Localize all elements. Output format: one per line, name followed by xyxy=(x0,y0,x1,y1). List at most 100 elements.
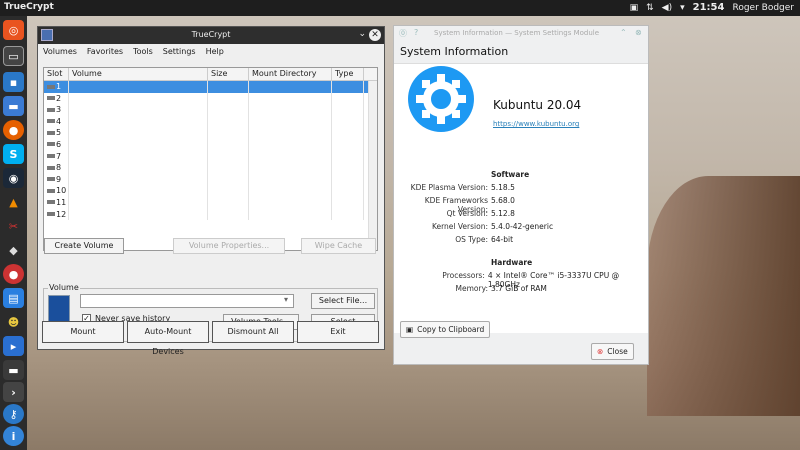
col-volume[interactable]: Volume xyxy=(69,68,208,80)
tool-icon[interactable]: ✂ xyxy=(3,216,24,236)
skype-icon[interactable]: S xyxy=(3,144,24,164)
close-button[interactable]: ⊗ Close xyxy=(591,343,634,360)
table-row[interactable]: 11 xyxy=(44,196,377,209)
menu-favorites[interactable]: Favorites xyxy=(87,47,123,56)
truecrypt-titlebar[interactable]: TrueCrypt ⌄ ✕ xyxy=(38,27,384,44)
files-icon[interactable]: ▬ xyxy=(3,96,24,116)
table-row[interactable]: 12 xyxy=(44,208,377,221)
drive-icon xyxy=(47,154,55,159)
kv-row: Qt Version: 5.12.8 xyxy=(446,209,515,218)
chevron-up-icon[interactable]: ⌃ xyxy=(620,28,627,37)
table-row[interactable]: 2 xyxy=(44,92,377,105)
menu-tools[interactable]: Tools xyxy=(133,47,153,56)
menu-help[interactable]: Help xyxy=(206,47,224,56)
window-title: TrueCrypt xyxy=(191,30,231,39)
drive-icon xyxy=(47,130,55,135)
page-title: System Information xyxy=(400,45,509,58)
table-row[interactable]: 6 xyxy=(44,138,377,151)
table-row[interactable]: 1 xyxy=(44,81,377,93)
dock: ◎ ▭ ▪ ▬ ● S ◉ ▲ ✂ ◆ ● ▤ ☻ ▸ ▬ › ⚷ i xyxy=(0,16,27,450)
sysinfo-titlebar[interactable]: ⓪ ? System Information — System Settings… xyxy=(394,26,648,41)
volume-icon[interactable]: ◀) xyxy=(662,3,672,13)
user-name[interactable]: Roger Bodger xyxy=(732,3,794,13)
drive-icon xyxy=(47,200,55,205)
col-size[interactable]: Size xyxy=(208,68,249,80)
drive-icon xyxy=(47,212,55,217)
steam-icon[interactable]: ◉ xyxy=(3,168,24,188)
active-app-name: TrueCrypt xyxy=(4,2,54,12)
kv-row: Kernel Version: 5.4.0-42-generic xyxy=(431,222,554,231)
clock[interactable]: 21:54 xyxy=(693,2,725,13)
vlc-icon[interactable]: ▲ xyxy=(3,192,24,212)
wipe-cache-button[interactable]: Wipe Cache xyxy=(301,238,376,254)
firefox-icon[interactable]: ● xyxy=(3,120,24,140)
copy-to-clipboard-button[interactable]: ▣ Copy to Clipboard xyxy=(400,321,491,338)
select-file-button[interactable]: Select File... xyxy=(311,293,375,309)
exit-button[interactable]: Exit xyxy=(297,321,379,343)
pin-icon[interactable]: ⓪ xyxy=(399,28,407,39)
desktop-icon[interactable]: ▭ xyxy=(3,46,24,66)
auto-mount-devices-button[interactable]: Auto-Mount Devices xyxy=(127,321,209,356)
app-icon[interactable]: ● xyxy=(3,264,24,284)
table-row[interactable]: 10 xyxy=(44,185,377,197)
list-header: Slot Volume Size Mount Directory Type xyxy=(44,68,377,81)
table-row[interactable]: 4 xyxy=(44,115,377,128)
kv-row: KDE Plasma Version: 5.18.5 xyxy=(410,183,515,192)
table-row[interactable]: 8 xyxy=(44,162,377,174)
volume-group-label: Volume xyxy=(48,283,80,292)
os-name: Kubuntu 20.04 xyxy=(493,98,582,112)
volume-path-input[interactable] xyxy=(80,294,294,308)
drive-icon xyxy=(47,96,55,101)
dismount-all-button[interactable]: Dismount All xyxy=(212,321,294,343)
close-icon[interactable]: ✕ xyxy=(369,29,381,41)
col-type[interactable]: Type xyxy=(332,68,364,80)
menu-down-icon[interactable]: ▾ xyxy=(680,3,685,13)
table-row[interactable]: 9 xyxy=(44,173,377,186)
network-icon[interactable]: ⇅ xyxy=(646,3,654,13)
os-url-link[interactable]: https://www.kubuntu.org xyxy=(493,120,579,128)
volume-list[interactable]: Slot Volume Size Mount Directory Type 1 … xyxy=(43,67,378,251)
drive-icon xyxy=(47,107,55,112)
col-mount-directory[interactable]: Mount Directory xyxy=(249,68,332,80)
kv-row: Memory: 3.7 GiB of RAM xyxy=(455,284,547,293)
bar-icon[interactable]: ▬ xyxy=(3,360,24,380)
list-scrollbar[interactable] xyxy=(368,81,377,250)
drive-icon xyxy=(47,188,55,193)
minimize-icon[interactable]: ⌄ xyxy=(358,29,366,39)
table-row[interactable]: 7 xyxy=(44,150,377,163)
close-icon[interactable]: ⊗ xyxy=(635,28,642,37)
mount-button[interactable]: Mount xyxy=(42,321,124,343)
kubuntu-logo-icon xyxy=(408,66,474,132)
table-row[interactable]: 3 xyxy=(44,104,377,116)
remote-icon[interactable]: ▸ xyxy=(3,336,24,356)
drive-icon xyxy=(47,177,55,182)
ubuntu-icon[interactable]: ◎ xyxy=(3,20,24,40)
drive-icon xyxy=(47,84,55,89)
drive-icon xyxy=(47,119,55,124)
truecrypt-tray-icon[interactable]: ▣ xyxy=(630,3,639,13)
chevron-down-icon[interactable]: ▾ xyxy=(284,295,288,304)
budgie-icon[interactable]: ◆ xyxy=(3,240,24,260)
docs-icon[interactable]: ▤ xyxy=(3,288,24,308)
next-icon[interactable]: › xyxy=(3,382,24,402)
clipboard-icon: ▣ xyxy=(406,325,414,334)
volume-properties-button[interactable]: Volume Properties... xyxy=(173,238,285,254)
close-icon: ⊗ xyxy=(597,347,604,356)
info-icon[interactable]: i xyxy=(3,426,24,446)
window-title: System Information — System Settings Mod… xyxy=(434,29,600,37)
create-volume-button[interactable]: Create Volume xyxy=(44,238,124,254)
kv-row: OS Type: 64-bit xyxy=(455,235,514,244)
menu-bar: Volumes Favorites Tools Settings Help xyxy=(38,44,384,58)
help-icon[interactable]: ? xyxy=(414,28,418,37)
drive-icon xyxy=(47,165,55,170)
col-slot[interactable]: Slot xyxy=(44,68,69,80)
menu-volumes[interactable]: Volumes xyxy=(43,47,77,56)
drive-icon xyxy=(47,142,55,147)
terminal-icon[interactable]: ▪ xyxy=(3,72,24,92)
tray: ▣ ⇅ ◀) ▾ 21:54 Roger Bodger xyxy=(630,2,794,13)
menu-settings[interactable]: Settings xyxy=(163,47,196,56)
truecrypt-icon[interactable]: ⚷ xyxy=(3,404,24,424)
system-information-window: ⓪ ? System Information — System Settings… xyxy=(393,25,649,365)
table-row[interactable]: 5 xyxy=(44,127,377,139)
gimp-icon[interactable]: ☻ xyxy=(3,312,24,332)
